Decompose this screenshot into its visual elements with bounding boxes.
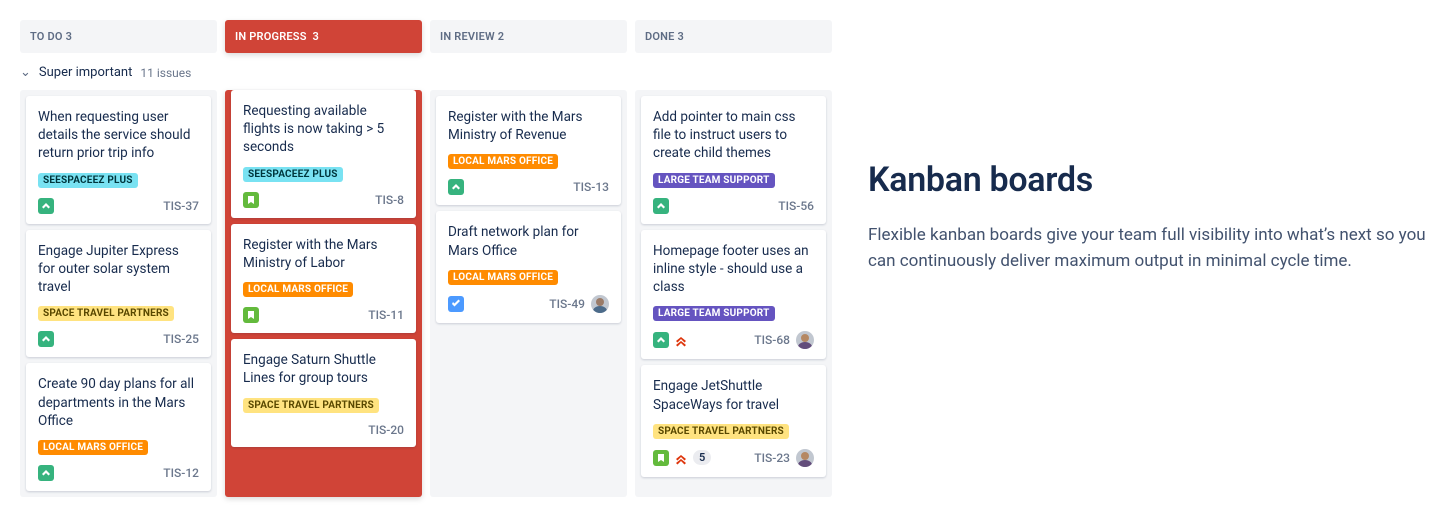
issue-key: TIS-56 [778, 199, 814, 213]
feature-body: Flexible kanban boards give your team fu… [868, 222, 1427, 275]
column-progress-header-wrap: IN PROGRESS 3 [225, 20, 422, 53]
issue-label: SPACE TRAVEL PARTNERS [653, 424, 789, 439]
story-icon [38, 465, 54, 481]
story-icon [38, 331, 54, 347]
feature-heading: Kanban boards [868, 160, 1427, 200]
issue-title: Engage Saturn Shuttle Lines for group to… [243, 351, 404, 387]
column-progress[interactable]: Requesting available flights is now taki… [225, 90, 422, 497]
swimlane-name: Super important [39, 65, 132, 80]
column-progress-header[interactable]: IN PROGRESS 3 [225, 20, 422, 53]
issue-title: Requesting available flights is now taki… [243, 102, 404, 157]
issue-card[interactable]: Register with the Mars Ministry of Labor… [231, 224, 416, 333]
issue-card[interactable]: Add pointer to main css file to instruct… [641, 96, 826, 224]
column-count: 3 [313, 30, 319, 43]
column-count: 3 [677, 30, 683, 43]
issue-card[interactable]: Homepage footer uses an inline style - s… [641, 230, 826, 360]
issue-key: TIS-11 [368, 308, 404, 322]
issue-label: SPACE TRAVEL PARTNERS [243, 398, 379, 413]
issue-title: Engage Jupiter Express for outer solar s… [38, 242, 199, 297]
issue-key: TIS-23 [754, 451, 790, 465]
column-title: IN REVIEW [440, 30, 495, 43]
issue-card[interactable]: Engage Saturn Shuttle Lines for group to… [231, 339, 416, 446]
column-bodies-row: When requesting user details the service… [20, 90, 832, 497]
issue-title: Register with the Mars Ministry of Reven… [448, 108, 609, 144]
task-icon [448, 296, 464, 312]
column-count: 2 [498, 30, 504, 43]
issue-key: TIS-12 [163, 466, 199, 480]
issue-label: SPACE TRAVEL PARTNERS [38, 306, 174, 321]
bookmark-icon [243, 307, 259, 323]
column-done[interactable]: Add pointer to main css file to instruct… [635, 90, 832, 497]
issue-title: Register with the Mars Ministry of Labor [243, 236, 404, 272]
issue-key: TIS-49 [549, 297, 585, 311]
issue-label: LOCAL MARS OFFICE [38, 440, 148, 455]
issue-card[interactable]: When requesting user details the service… [26, 96, 211, 224]
story-icon [653, 198, 669, 214]
issue-card[interactable]: Engage Jupiter Express for outer solar s… [26, 230, 211, 358]
story-icon [653, 332, 669, 348]
column-headers-row: TO DO 3 IN PROGRESS 3 IN REVIEW 2 DONE 3 [20, 20, 832, 53]
column-done-header-wrap: DONE 3 [635, 20, 832, 53]
column-todo-header-wrap: TO DO 3 [20, 20, 217, 53]
column-done-header[interactable]: DONE 3 [635, 20, 832, 53]
issue-label: LOCAL MARS OFFICE [448, 154, 558, 169]
priority-high-icon [674, 451, 688, 465]
issue-title: Engage JetShuttle SpaceWays for travel [653, 377, 814, 413]
column-title: IN PROGRESS [235, 30, 307, 43]
feature-callout: Kanban boards Flexible kanban boards giv… [868, 20, 1427, 275]
issue-card[interactable]: Register with the Mars Ministry of Reven… [436, 96, 621, 205]
column-review-header[interactable]: IN REVIEW 2 [430, 20, 627, 53]
issue-key: TIS-20 [368, 423, 404, 437]
issue-label: SEESPACEEZ PLUS [38, 173, 138, 188]
story-icon [38, 198, 54, 214]
issue-card[interactable]: Create 90 day plans for all departments … [26, 363, 211, 491]
story-icon [448, 179, 464, 195]
column-review-header-wrap: IN REVIEW 2 [430, 20, 627, 53]
bookmark-icon [653, 450, 669, 466]
issue-card[interactable]: Requesting available flights is now taki… [231, 90, 416, 218]
issue-title: Draft network plan for Mars Office [448, 223, 609, 259]
swimlane-toggle[interactable]: ⌄ Super important 11 issues [20, 61, 832, 82]
issue-title: When requesting user details the service… [38, 108, 199, 163]
column-todo-header[interactable]: TO DO 3 [20, 20, 217, 53]
column-title: DONE [645, 30, 675, 43]
kanban-board: TO DO 3 IN PROGRESS 3 IN REVIEW 2 DONE 3… [20, 20, 832, 497]
assignee-avatar[interactable] [796, 331, 814, 349]
issue-title: Homepage footer uses an inline style - s… [653, 242, 814, 297]
column-count: 3 [66, 30, 72, 43]
issue-key: TIS-68 [754, 333, 790, 347]
issue-label: SEESPACEEZ PLUS [243, 167, 343, 182]
issue-label: LOCAL MARS OFFICE [243, 282, 353, 297]
issue-key: TIS-37 [163, 199, 199, 213]
issue-key: TIS-13 [573, 180, 609, 194]
column-review[interactable]: Register with the Mars Ministry of Reven… [430, 90, 627, 497]
chevron-down-icon: ⌄ [20, 65, 31, 80]
assignee-avatar[interactable] [591, 295, 609, 313]
swimlane-issue-count: 11 issues [140, 66, 191, 80]
priority-high-icon [674, 333, 688, 347]
column-title: TO DO [30, 30, 63, 43]
issue-card[interactable]: Draft network plan for Mars Office LOCAL… [436, 211, 621, 322]
issue-card[interactable]: Engage JetShuttle SpaceWays for travel S… [641, 365, 826, 476]
issue-title: Add pointer to main css file to instruct… [653, 108, 814, 163]
issue-label: LARGE TEAM SUPPORT [653, 173, 775, 188]
bookmark-icon [243, 192, 259, 208]
issue-label: LARGE TEAM SUPPORT [653, 306, 775, 321]
issue-key: TIS-25 [163, 332, 199, 346]
issue-key: TIS-8 [375, 193, 404, 207]
issue-title: Create 90 day plans for all departments … [38, 375, 199, 430]
issue-label: LOCAL MARS OFFICE [448, 270, 558, 285]
column-todo[interactable]: When requesting user details the service… [20, 90, 217, 497]
estimate-badge: 5 [693, 450, 711, 465]
assignee-avatar[interactable] [796, 449, 814, 467]
